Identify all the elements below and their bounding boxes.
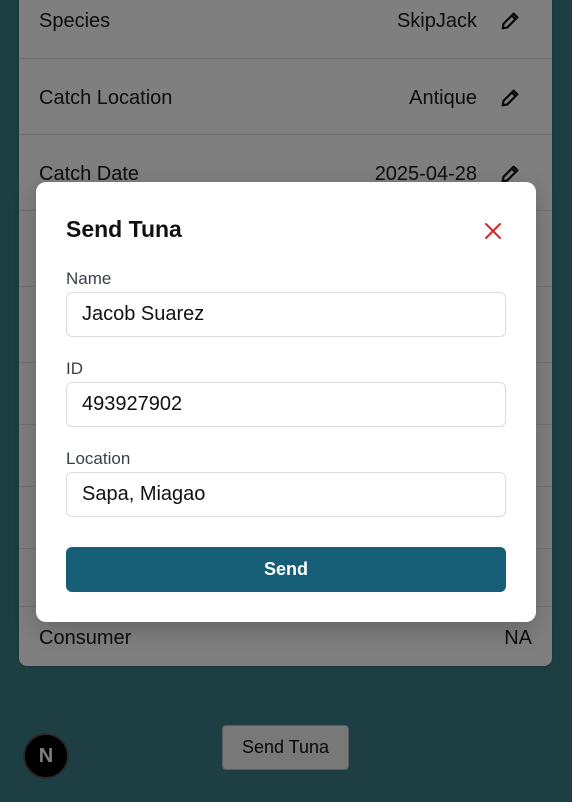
- name-label: Name: [66, 269, 112, 288]
- modal-title: Send Tuna: [66, 216, 182, 242]
- close-icon[interactable]: [480, 218, 506, 244]
- send-tuna-modal: Send Tuna Name ID Location Send: [36, 182, 536, 622]
- location-label: Location: [66, 449, 131, 468]
- name-field[interactable]: [66, 292, 506, 337]
- send-button[interactable]: Send: [66, 547, 506, 592]
- id-label: ID: [66, 359, 83, 378]
- location-field[interactable]: [66, 472, 506, 517]
- id-field[interactable]: [66, 382, 506, 427]
